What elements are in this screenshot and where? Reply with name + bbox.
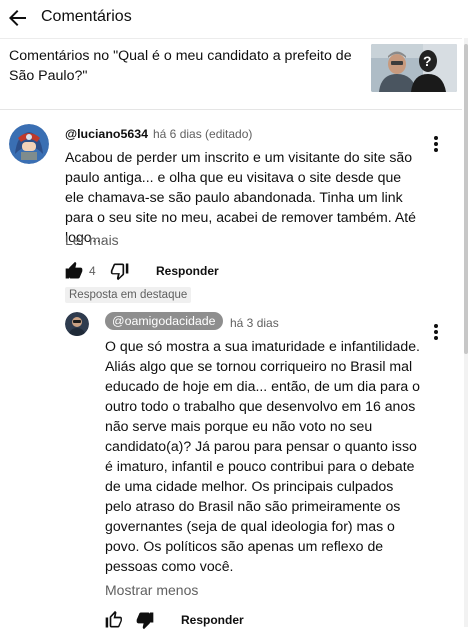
comment-author[interactable]: @luciano5634 — [65, 127, 148, 141]
like-count: 4 — [89, 264, 96, 278]
video-info: Comentários no "Qual é o meu candidato a… — [0, 38, 462, 110]
reply-text: O que só mostra a sua imaturidade e infa… — [105, 338, 420, 574]
reply-author[interactable]: @oamigodacidade — [105, 312, 223, 330]
read-more-link[interactable]: Ler mais — [65, 232, 119, 248]
reply-reply-button[interactable]: Responder — [181, 613, 244, 627]
commenter-avatar[interactable] — [9, 124, 49, 164]
show-less-link[interactable]: Mostrar menos — [105, 582, 198, 598]
svg-text:?: ? — [423, 53, 432, 69]
scrollbar-thumb[interactable] — [464, 44, 468, 354]
back-arrow-icon[interactable] — [6, 6, 30, 30]
dislike-icon[interactable] — [110, 261, 130, 281]
reply-dislike-icon[interactable] — [135, 610, 155, 630]
video-thumbnail[interactable]: ? — [371, 44, 457, 92]
more-options-icon[interactable] — [431, 134, 441, 154]
video-title: Comentários no "Qual é o meu candidato a… — [9, 48, 352, 84]
like-icon[interactable] — [64, 261, 84, 281]
reply-meta: há 3 dias — [230, 316, 279, 330]
reply-button[interactable]: Responder — [156, 264, 219, 278]
comment-meta: há 6 dias (editado) — [153, 127, 253, 141]
reply-like-icon[interactable] — [104, 610, 124, 630]
featured-reply-badge: Resposta em destaque — [65, 287, 192, 303]
page-title: Comentários — [41, 8, 132, 25]
header-bar: Comentários — [0, 0, 468, 38]
reply-more-options-icon[interactable] — [431, 322, 441, 342]
reply-author-chip[interactable]: @oamigodacidade — [105, 312, 223, 330]
reply-avatar[interactable] — [65, 312, 89, 336]
